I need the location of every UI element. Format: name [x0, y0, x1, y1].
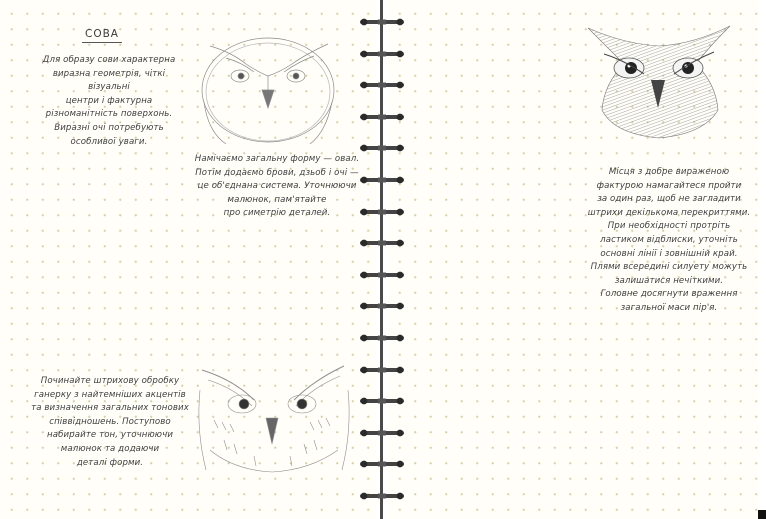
text-line: ганерку з найтемніших акцентів	[34, 389, 186, 400]
text-line: Головне досягнути враження	[600, 289, 738, 300]
step-1-text: Намічаємо загальну форму — овал. Потім до…	[192, 153, 362, 221]
text-line: різноманітність поверхонь.	[45, 109, 173, 120]
binding-ring	[360, 176, 404, 184]
owl-sketch-outline	[201, 37, 335, 145]
binding-ring	[360, 113, 404, 121]
text-line: набирайте тон, уточнюючи	[46, 430, 174, 441]
owl-sketch-shaded	[198, 365, 350, 473]
corner-mark	[758, 510, 766, 519]
binding-ring	[360, 366, 404, 374]
intro-text: Для образу сови характерна виразна геомет…	[34, 54, 184, 149]
text-line: деталі форми.	[76, 457, 144, 468]
text-line: залишатися нечіткими.	[614, 275, 724, 286]
owl-sketch-detailed	[587, 25, 731, 139]
text-line: основні лінії і зовнішній край.	[600, 248, 738, 259]
text-line: Намічаємо загальну форму — овал.	[194, 154, 360, 164]
text-line: центри і фактурна	[65, 95, 153, 106]
text-line: та визначення загальних тонових	[31, 403, 189, 414]
binding-ring	[360, 397, 404, 405]
binding-ring	[360, 334, 404, 342]
text-line: Потім додаємо брови, дзьоб і очі —	[195, 167, 359, 178]
binding-ring	[360, 460, 404, 468]
text-line: загальної маси пір'я.	[620, 302, 718, 313]
binding-ring	[360, 144, 404, 152]
text-line: співвідношень. Поступово	[49, 416, 171, 427]
text-line: фактурою намагайтеся пройти	[596, 180, 742, 191]
text-line: ластиком відблиски, уточніть	[600, 234, 738, 245]
binding-ring	[360, 18, 404, 26]
text-line: Місця з добре вираженою	[608, 167, 730, 177]
binding-ring	[360, 81, 404, 89]
text-line: малюнок, пам'ятайте	[227, 194, 327, 205]
text-line: це об'єднана система. Уточнюючи	[197, 181, 357, 192]
binding-ring	[360, 50, 404, 58]
binding-ring	[360, 208, 404, 216]
text-line: малюнок та додаючи	[60, 443, 160, 454]
text-line: про симетрію деталей.	[223, 208, 331, 219]
binding-ring	[360, 429, 404, 437]
text-line: При необхідності протріть	[607, 221, 731, 232]
text-line: особливої уваги.	[70, 136, 148, 147]
text-line: виразна геометрія, чіткі візуальні	[52, 68, 166, 93]
text-line: Для образу сови характерна	[42, 55, 176, 65]
text-line: Плями всередині силуету можуть	[590, 262, 748, 273]
step-3-text: Місця з добре вираженою фактурою намагайт…	[580, 166, 758, 316]
binding-ring	[360, 492, 404, 500]
step-2-text: Починайте штрихову обробку ганерку з найт…	[30, 375, 190, 470]
binding-ring	[360, 271, 404, 279]
binding-ring	[360, 239, 404, 247]
binding-ring	[360, 302, 404, 310]
text-line: за один раз, щоб не загладити	[597, 194, 741, 205]
text-line: штрихи декількома перекриттями.	[587, 207, 751, 218]
text-line: Починайте штрихову обробку	[40, 376, 180, 386]
page-title: СОВА	[62, 28, 142, 43]
binding-spine	[380, 0, 383, 519]
text-line: Виразні очі потребують	[54, 122, 164, 133]
